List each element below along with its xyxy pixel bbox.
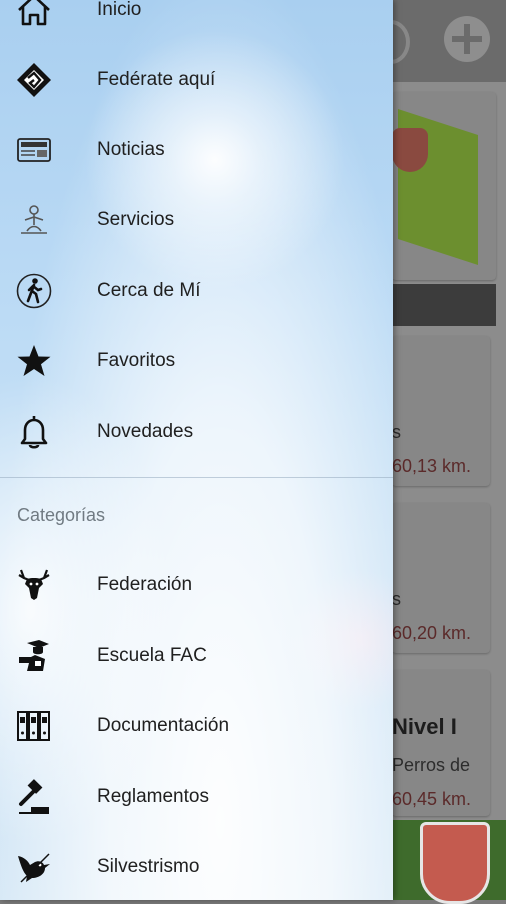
- drawer-item-label: Reglamentos: [97, 786, 209, 807]
- drawer-item-label: Federación: [97, 574, 193, 595]
- drawer-item-favoritos[interactable]: Favoritos: [0, 326, 393, 396]
- card-logo: [392, 128, 428, 172]
- drawer-item-servicios[interactable]: Servicios: [0, 185, 393, 255]
- walking-person-icon: [15, 272, 53, 310]
- federate-icon: [15, 61, 53, 99]
- bird-icon: [15, 848, 53, 886]
- list-card-3-title: Nivel I: [392, 714, 457, 739]
- star-icon: [15, 342, 53, 380]
- categories-header: Categorías: [17, 505, 106, 525]
- drawer-item-escuela-fac[interactable]: Escuela FAC: [0, 621, 393, 691]
- drawer-item-silvestrismo[interactable]: Silvestrismo: [0, 832, 393, 900]
- drawer-item-noticias[interactable]: Noticias: [0, 115, 393, 185]
- drawer-item-label: Noticias: [97, 139, 165, 160]
- drawer-divider: [0, 477, 393, 478]
- drawer-item-label: Fedérate aquí: [97, 69, 216, 90]
- school-icon: [15, 637, 53, 675]
- drawer-item-documentacion[interactable]: Documentación: [0, 691, 393, 761]
- list-card-3-text: Perros de: [392, 755, 471, 775]
- list-card-1-distance: 60,13 km.: [392, 456, 472, 476]
- bell-icon: [15, 413, 53, 451]
- drawer-item-label: Silvestrismo: [97, 856, 200, 877]
- services-icon: [15, 201, 53, 239]
- list-card-2-text: s: [392, 589, 401, 609]
- news-icon: [15, 131, 53, 169]
- list-card-1-text: s: [392, 422, 401, 442]
- add-icon: [444, 16, 490, 62]
- home-icon: [15, 0, 53, 29]
- drawer-item-reglamentos[interactable]: Reglamentos: [0, 762, 393, 832]
- drawer-item-inicio[interactable]: Inicio: [0, 0, 393, 45]
- gavel-icon: [15, 778, 53, 816]
- drawer-item-label: Inicio: [97, 0, 142, 20]
- drawer-item-federate[interactable]: Fedérate aquí: [0, 45, 393, 115]
- drawer-item-label: Cerca de Mí: [97, 280, 201, 301]
- card-strip: [392, 284, 496, 326]
- deer-head-icon: [15, 566, 53, 604]
- drawer-item-cerca-de-mi[interactable]: Cerca de Mí: [0, 256, 393, 326]
- bottom-card-logo: [420, 822, 490, 904]
- folders-icon: [15, 707, 53, 745]
- list-card-2-distance: 60,20 km.: [392, 623, 472, 643]
- navigation-drawer: Inicio Fedérate aquí Noticias Servicios …: [0, 0, 393, 900]
- drawer-item-federacion[interactable]: Federación: [0, 550, 393, 620]
- drawer-item-label: Servicios: [97, 209, 175, 230]
- drawer-item-label: Documentación: [97, 715, 230, 736]
- drawer-item-label: Favoritos: [97, 350, 176, 371]
- list-card-3-distance: 60,45 km.: [392, 789, 472, 809]
- drawer-item-label: Novedades: [97, 421, 194, 442]
- drawer-item-label: Escuela FAC: [97, 645, 207, 666]
- drawer-item-novedades[interactable]: Novedades: [0, 397, 393, 467]
